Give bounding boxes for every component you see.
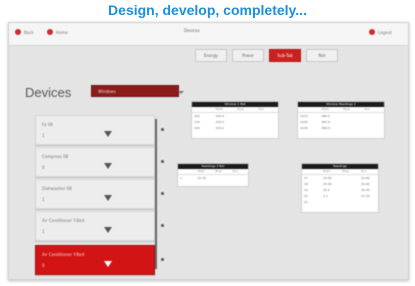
banner-title: Design, develop, completely... (108, 2, 307, 18)
table-cell: 22.30 (197, 176, 207, 180)
logout-label: Logout (378, 29, 392, 35)
list-scrollbar[interactable] (155, 119, 157, 269)
col-header: Stop (215, 169, 222, 173)
tab-bar: Energy Power Sub-Tab Net (195, 49, 338, 62)
tab-sub-tab[interactable]: Sub-Tab (269, 49, 301, 62)
col-header: Start (321, 107, 329, 111)
col-header (302, 169, 321, 174)
device-card-value: 1 (42, 197, 45, 202)
col-header: Dur (258, 107, 264, 111)
table-row: 1 22.30 (178, 175, 248, 181)
device-card-label: Fe 06 (42, 122, 53, 127)
table-cell: 489.4 (321, 126, 331, 130)
table-row: 140 229.1 (192, 125, 278, 131)
table-cell (363, 125, 385, 131)
device-card-value: 0 (42, 165, 45, 170)
logout-icon (369, 29, 375, 35)
device-card[interactable]: Fe 06 1 (35, 115, 164, 145)
tab-power[interactable]: Power (232, 49, 264, 62)
heart-icon[interactable] (104, 261, 112, 267)
table-cell (341, 125, 363, 131)
col-header (192, 107, 214, 112)
readings-table: Readings 3 Bet Start Stop Dur 1 22.30 (177, 163, 249, 187)
device-card-value: 1 (42, 229, 45, 234)
table-cell (231, 175, 249, 181)
device-card-label: Air Conditioner Y-Bed (42, 252, 85, 257)
readings-table: Readings Start Stop Dur 17 22.00 22.00 18 2… (301, 163, 379, 213)
home-button[interactable]: Home (47, 29, 68, 35)
home-icon (47, 29, 53, 35)
col-header: Dur (364, 107, 370, 111)
heart-icon[interactable] (104, 227, 112, 233)
heart-icon[interactable] (104, 131, 112, 137)
dot-icon (161, 192, 164, 195)
home-label: Home (56, 29, 68, 35)
heart-icon[interactable] (104, 195, 112, 201)
table-row: 21 (302, 199, 378, 205)
heart-icon[interactable] (104, 163, 112, 169)
app-window: Back Home Devices Logout Energy Power Su… (8, 22, 409, 280)
device-card[interactable]: Air Conditioner Y-Bed 1 (35, 211, 164, 241)
dot-icon (161, 258, 164, 261)
col-header: Start (323, 169, 331, 173)
device-card[interactable]: Dishwasher 08 1 (35, 179, 164, 209)
top-bar: Back Home Devices Logout (9, 23, 408, 46)
page-title: Devices (25, 85, 72, 100)
col-header (298, 107, 320, 112)
readings-table: Window Readings 2 Start Stop Dur 1010 480… (297, 101, 385, 139)
table-cell: 1 (180, 176, 182, 180)
col-header: Start (215, 107, 223, 111)
readings-table: Window 1 Bet Start Stop Dur 100 230.4 120… (191, 101, 279, 139)
col-header: Dur (361, 169, 367, 173)
tab-net[interactable]: Net (306, 49, 338, 62)
col-header (178, 169, 196, 174)
table-cell (359, 199, 378, 205)
table-cell (340, 199, 359, 205)
logout-button[interactable]: Logout (369, 29, 392, 35)
col-header: Start (197, 169, 205, 173)
col-header: Stop (343, 107, 350, 111)
table-cell: 229.1 (215, 126, 225, 130)
device-card-active[interactable]: Air Conditioner Y-Bed 0 (35, 245, 164, 275)
table-cell (321, 199, 340, 205)
col-header: Stop (342, 169, 349, 173)
device-card[interactable]: Compress 08 0 (35, 147, 164, 177)
table-cell (235, 125, 257, 131)
device-card-label: Dishwasher 08 (42, 186, 72, 191)
page-banner: Design, develop, completely... (0, 0, 415, 22)
dot-icon (161, 160, 164, 163)
tab-energy[interactable]: Energy (195, 49, 227, 62)
back-button[interactable]: Back (15, 29, 34, 35)
back-label: Back (24, 29, 34, 35)
table-row: 1030 489.4 (298, 125, 384, 131)
dot-icon (161, 128, 164, 131)
device-card-label: Air Conditioner Y-Bed (42, 218, 85, 223)
table-cell: 1030 (300, 126, 308, 130)
table-cell (213, 175, 231, 181)
device-card-label: Compress 08 (42, 154, 69, 159)
col-header: Stop (237, 107, 244, 111)
device-list: Fe 06 1 Compress 08 0 Dishwasher 08 1 Ai… (27, 109, 173, 279)
table-cell (257, 125, 279, 131)
table-cell: 140 (194, 126, 200, 130)
device-card-value: 0 (42, 263, 45, 268)
table-cell: 21 (304, 200, 308, 204)
device-card-value: 1 (42, 133, 45, 138)
dot-icon (161, 224, 164, 227)
device-select[interactable]: Windows (91, 85, 184, 97)
col-header: Dur (232, 169, 238, 173)
back-icon (15, 29, 21, 35)
window-title: Devices (184, 28, 200, 33)
